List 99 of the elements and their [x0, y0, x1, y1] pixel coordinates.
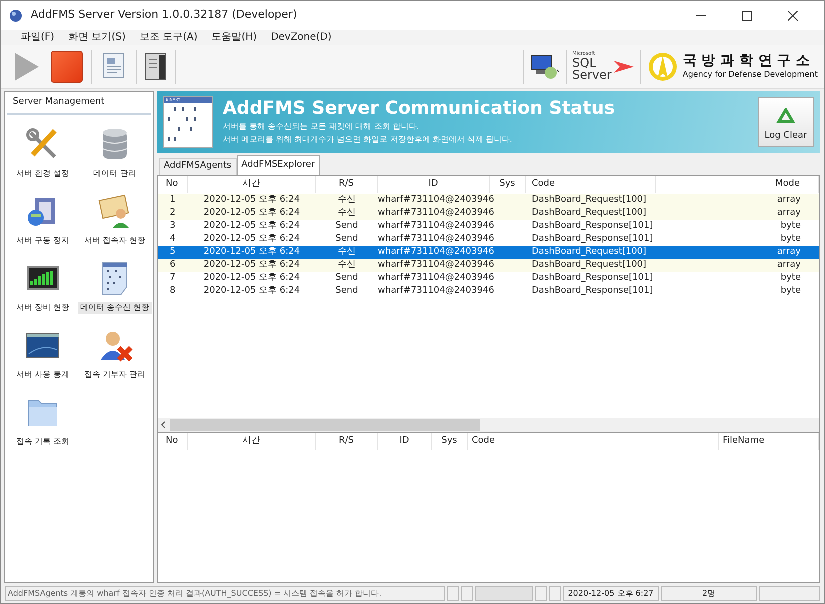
sidebar-item[interactable]: 접속 기록 조회 — [14, 436, 72, 448]
menu-item[interactable]: 도움말(H) — [212, 30, 258, 45]
table-cell-text: byte — [780, 233, 802, 246]
banner-description: 서버 메모리를 위해 최대개수가 넘으면 화일로 저장한후에 화면에서 삭제 됩니다. — [223, 134, 514, 146]
column-header[interactable]: ID — [378, 176, 490, 193]
table-cell-text: 수신 — [337, 259, 357, 272]
table-cell-text: 7 — [169, 272, 177, 285]
column-header[interactable]: ID — [378, 433, 432, 450]
book-icon[interactable] — [145, 52, 167, 80]
table-cell-text: 2020-12-05 오후 6:24 — [202, 259, 302, 272]
sidebar-item[interactable]: 서버 환경 설정 — [14, 168, 72, 180]
sidebar-item[interactable]: 서버 사용 통계 — [14, 368, 72, 380]
stop-button[interactable] — [51, 50, 83, 82]
tab[interactable]: AddFMSAgents — [159, 158, 237, 175]
table-cell-text: byte — [780, 220, 802, 233]
column-header[interactable]: FileName — [719, 433, 819, 450]
table-cell-text: DashBoard_Response[101] — [531, 233, 654, 246]
status-datetime: 2020-12-05 오후 6:27 — [563, 586, 659, 600]
column-header[interactable]: No — [158, 433, 188, 450]
table-cell-text: byte — [780, 285, 802, 298]
agency-emblem-icon — [646, 50, 679, 82]
table-cell-text: 2020-12-05 오후 6:24 — [202, 194, 302, 207]
table-cell-text: 수신 — [337, 194, 357, 207]
tab[interactable]: AddFMSExplorer — [236, 155, 320, 175]
table-cell-text: 5 — [169, 246, 177, 259]
network-computer-icon[interactable] — [530, 54, 560, 80]
table-cell-text: 2020-12-05 오후 6:24 — [202, 285, 302, 298]
table-cell-text: 8 — [169, 285, 177, 298]
table-cell-text: Send — [334, 285, 360, 298]
status-pane — [535, 586, 547, 600]
banner-description: 서버를 통해 송수신되는 모든 패킷에 대해 조회 합니다. — [223, 121, 420, 133]
menu-item[interactable]: 파일(F) — [21, 30, 55, 45]
app-icon — [9, 8, 23, 22]
status-message: AddFMSAgents 계통의 wharf 접속자 인증 처리 결과(AUTH_SUCCESS) = 시스템 접속을 허가 합니다. — [5, 586, 445, 600]
table-cell-text: 2 — [169, 207, 177, 220]
table-cell-text: 3 — [169, 220, 177, 233]
column-header[interactable]: No — [158, 176, 188, 193]
table-cell-text: DashBoard_Request[100] — [531, 259, 648, 272]
table-cell-text: DashBoard_Request[100] — [531, 207, 648, 220]
sidebar-item[interactable]: 서버 접속자 현황 — [82, 234, 148, 246]
sidebar-item[interactable]: 서버 장비 현황 — [14, 302, 72, 314]
sidebar-item[interactable]: 서버 구동 정지 — [14, 234, 72, 246]
table-cell-text: byte — [780, 272, 802, 285]
table-cell-text: DashBoard_Request[100] — [531, 246, 648, 259]
table-cell-text: DashBoard_Response[101] — [531, 272, 654, 285]
column-header[interactable]: Sys — [490, 176, 526, 193]
sidebar-item[interactable]: 데이터 관리 — [92, 168, 138, 180]
table-cell-text: 2020-12-05 오후 6:24 — [202, 207, 302, 220]
column-header[interactable]: R/S — [316, 433, 378, 450]
table-cell-text: array — [776, 194, 802, 207]
table-cell-text: Send — [334, 220, 360, 233]
table-cell-text: array — [776, 259, 802, 272]
menu-item[interactable]: 화면 보기(S) — [68, 30, 126, 45]
table-cell-text: array — [776, 207, 802, 220]
table-cell-text: 2020-12-05 오후 6:24 — [202, 272, 302, 285]
table-row[interactable]: 6 2020-12-05 오후 6:24 수신 wharf#731104@2403946 DashBoard_Request[100] array — [158, 259, 819, 272]
banner-title: AddFMS Server Communication Status — [223, 98, 616, 120]
maximize-icon — [742, 10, 752, 20]
table-cell-text: 2020-12-05 오후 6:24 — [202, 233, 302, 246]
menu-item[interactable]: DevZone(D) — [271, 30, 332, 45]
window-title: AddFMS Server Version 1.0.0.32187 (Developer) — [31, 7, 298, 24]
table-row[interactable]: 5 2020-12-05 오후 6:24 수신 wharf#731104@2403946 DashBoard_Request[100] array — [158, 246, 819, 259]
table-cell-text: 4 — [169, 233, 177, 246]
close-icon — [788, 10, 798, 20]
scrollbar-thumb[interactable] — [170, 419, 480, 431]
status-pane — [447, 586, 459, 600]
column-header[interactable]: Code — [526, 176, 656, 193]
table-cell-text: DashBoard_Response[101] — [531, 220, 654, 233]
column-header[interactable]: R/S — [316, 176, 378, 193]
status-pane — [759, 586, 820, 600]
table-cell-text: 1 — [169, 194, 177, 207]
table-cell-text: 수신 — [337, 207, 357, 220]
table-cell-text: Send — [334, 233, 360, 246]
sidebar-title: Server Management — [7, 92, 151, 114]
status-pane — [461, 586, 473, 600]
column-header[interactable]: Sys — [432, 433, 468, 450]
table-cell-text: Send — [334, 272, 360, 285]
table-cell-text: DashBoard_Response[101] — [531, 285, 654, 298]
table-cell-text: 2020-12-05 오후 6:24 — [202, 220, 302, 233]
column-header[interactable]: 시간 — [188, 433, 316, 450]
sidebar-item[interactable]: 데이터 송수신 현황 — [78, 302, 152, 314]
column-header[interactable]: Mode — [656, 176, 819, 193]
status-pane — [475, 586, 533, 600]
agency-logo-text: 국 방 과 학 연 구 소 Agency for Defense Development — [682, 52, 818, 80]
status-pane — [549, 586, 561, 600]
table-cell-text: DashBoard_Request[100] — [531, 194, 648, 207]
log-clear-button[interactable]: Log Clear — [758, 97, 814, 147]
horizontal-scrollbar[interactable] — [158, 418, 819, 432]
table-cell-text: 수신 — [337, 246, 357, 259]
column-header[interactable]: 시간 — [188, 176, 316, 193]
table-cell-text: 2020-12-05 오후 6:24 — [202, 246, 302, 259]
menu-item[interactable]: 보조 도구(A) — [140, 30, 198, 45]
table-cell-text: 6 — [169, 259, 177, 272]
table-row[interactable]: 1 2020-12-05 오후 6:24 수신 wharf#731104@2403946 DashBoard_Request[100] array — [158, 194, 819, 207]
status-user-count: 2명 — [661, 586, 757, 600]
column-header[interactable]: Code — [468, 433, 719, 450]
table-cell-text: array — [776, 246, 802, 259]
table-row[interactable]: 2 2020-12-05 오후 6:24 수신 wharf#731104@2403946 DashBoard_Request[100] array — [158, 207, 819, 220]
sidebar-item[interactable]: 접속 거부자 관리 — [82, 368, 148, 380]
